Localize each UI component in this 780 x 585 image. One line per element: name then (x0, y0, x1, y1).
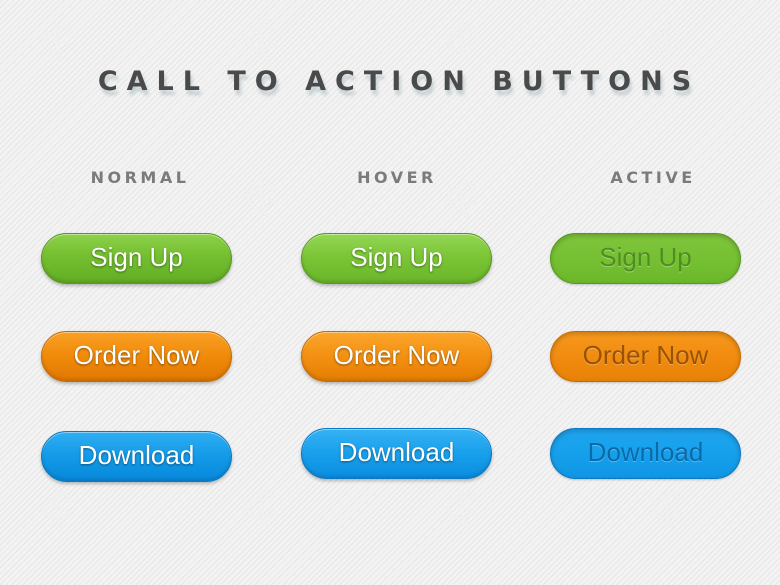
watermark-icon: & (30, 11, 86, 71)
download-button-active[interactable]: Download (550, 428, 741, 479)
watermark-icon: & (235, 11, 291, 71)
watermark-icon: & (30, 478, 86, 538)
watermark-icon: & (640, 478, 696, 538)
button-label: Order Now (333, 340, 460, 370)
download-button-normal[interactable]: Download (41, 431, 232, 482)
column-label-normal: NORMAL (90, 168, 190, 187)
watermark-icon: & (235, 478, 291, 538)
sign-up-button-normal[interactable]: Sign Up (41, 233, 232, 284)
order-now-button-hover[interactable]: Order Now (301, 331, 492, 382)
button-label: Download (338, 437, 455, 467)
button-label: Sign Up (599, 242, 692, 272)
sign-up-button-active[interactable]: Sign Up (550, 233, 741, 284)
button-label: Download (587, 437, 704, 467)
watermark-icon: & (235, 168, 291, 228)
page-title: CALL TO ACTION BUTTONS (97, 66, 701, 97)
sign-up-button-hover[interactable]: Sign Up (301, 233, 492, 284)
button-label: Order Now (73, 340, 200, 370)
button-label: Order Now (582, 340, 709, 370)
order-now-button-active[interactable]: Order Now (550, 331, 741, 382)
download-button-hover[interactable]: Download (301, 428, 492, 479)
watermark-icon: & (640, 11, 696, 71)
button-label: Sign Up (350, 242, 443, 272)
column-label-active: ACTIVE (610, 168, 696, 187)
watermark-icon: & (435, 478, 491, 538)
watermark-icon: & (235, 323, 291, 383)
button-label: Download (78, 440, 195, 470)
column-label-hover: HOVER (357, 168, 437, 187)
button-label: Sign Up (90, 242, 183, 272)
watermark-icon: & (435, 11, 491, 71)
order-now-button-normal[interactable]: Order Now (41, 331, 232, 382)
